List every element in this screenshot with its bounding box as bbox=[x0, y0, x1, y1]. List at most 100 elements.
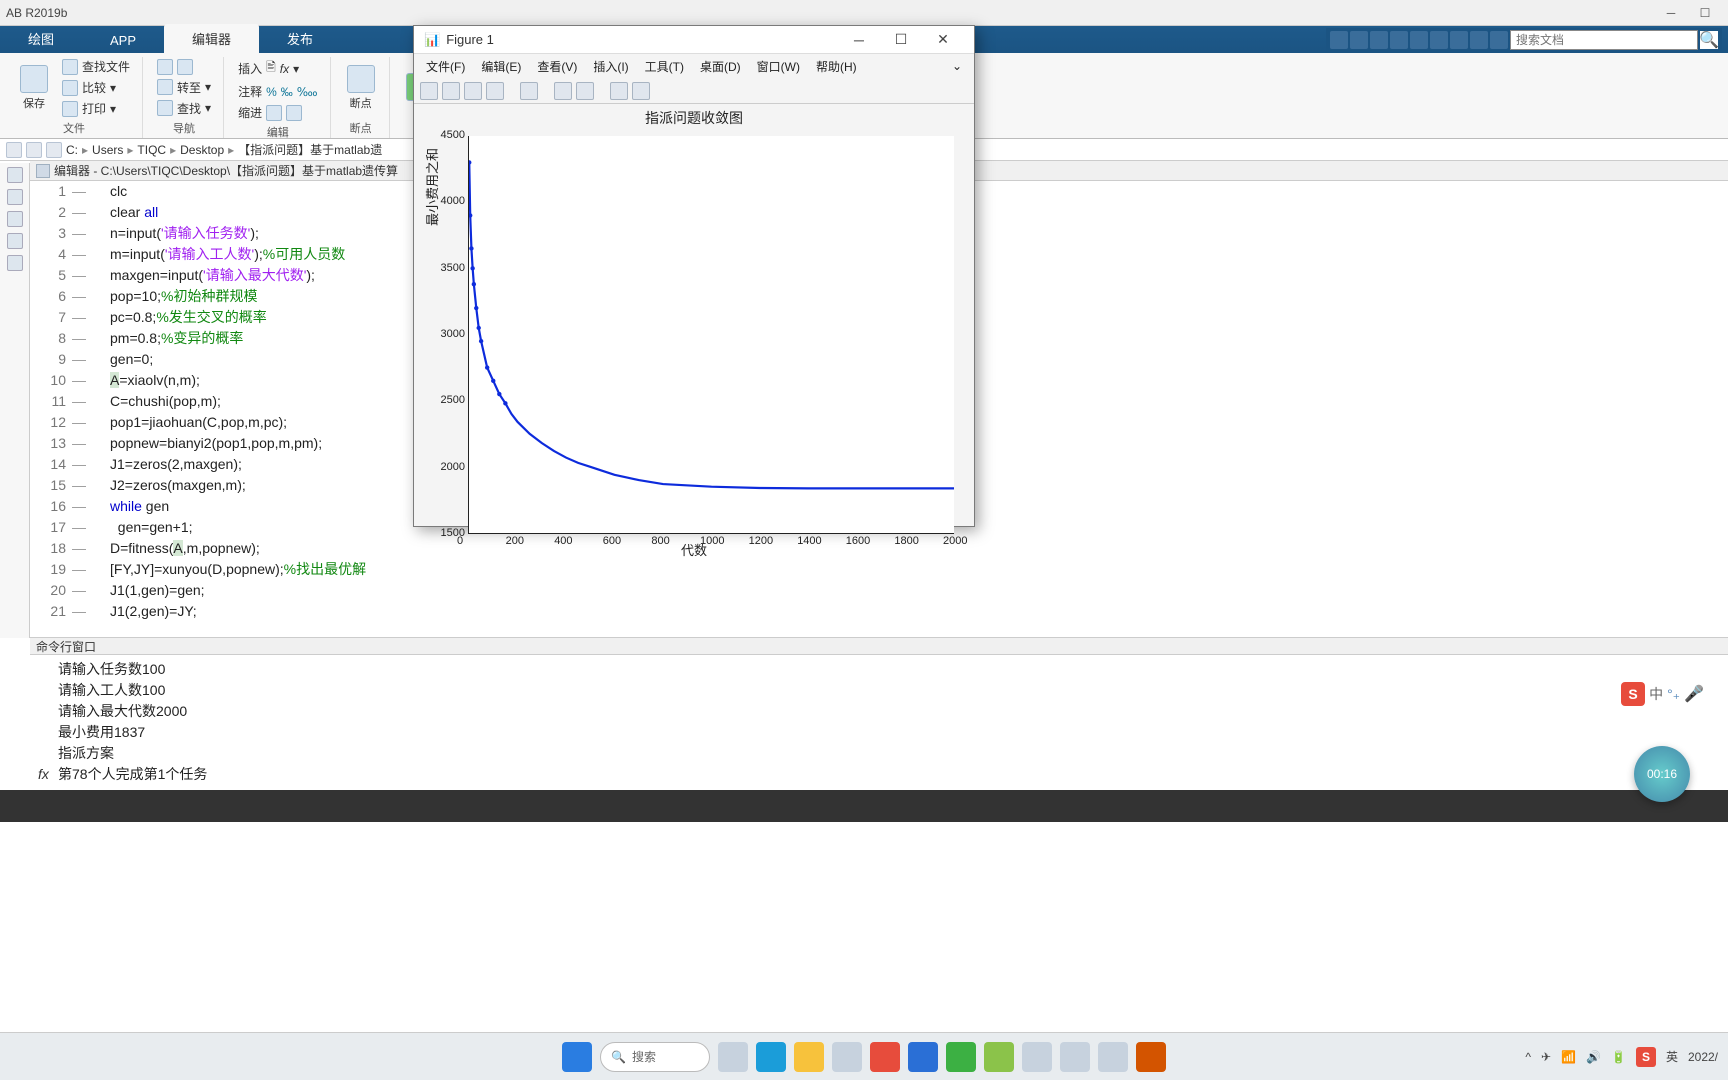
menu-window[interactable]: 窗口(W) bbox=[751, 56, 806, 77]
tray-ime-icon[interactable]: 英 bbox=[1666, 1048, 1678, 1065]
figure-titlebar[interactable]: 📊 Figure 1 ─ ☐ ✕ bbox=[414, 26, 974, 54]
layout2-icon[interactable] bbox=[576, 82, 594, 100]
nav-back-button[interactable] bbox=[153, 58, 215, 76]
tray-battery-icon[interactable]: 🔋 bbox=[1611, 1050, 1626, 1064]
menu-tools[interactable]: 工具(T) bbox=[639, 56, 690, 77]
menu-desktop[interactable]: 桌面(D) bbox=[694, 56, 747, 77]
tab-plot[interactable]: 绘图 bbox=[0, 24, 82, 53]
tray-wifi-icon[interactable]: 📶 bbox=[1561, 1050, 1576, 1064]
matlab-icon[interactable] bbox=[1136, 1042, 1166, 1072]
figure-minimize-button[interactable]: ─ bbox=[838, 27, 880, 53]
help-icon[interactable] bbox=[1470, 31, 1488, 49]
menu-help[interactable]: 帮助(H) bbox=[810, 56, 863, 77]
cmd-line: 最小费用1837 bbox=[58, 722, 1700, 743]
cut-icon[interactable] bbox=[1350, 31, 1368, 49]
addon-icon[interactable] bbox=[1490, 31, 1508, 49]
taskview-icon[interactable] bbox=[718, 1042, 748, 1072]
legend-icon[interactable] bbox=[632, 82, 650, 100]
plot-axes[interactable]: 1500200025003000350040004500020040060080… bbox=[468, 136, 954, 534]
maximize-button[interactable]: ☐ bbox=[1688, 2, 1722, 24]
ime-indicator[interactable]: S 中 °₊ 🎤 bbox=[1621, 682, 1704, 706]
figure-close-button[interactable]: ✕ bbox=[922, 27, 964, 53]
insert-button[interactable]: 插入 🖹 fx ▾ bbox=[234, 57, 322, 80]
open-icon[interactable] bbox=[442, 82, 460, 100]
app-icon[interactable] bbox=[1060, 1042, 1090, 1072]
menu-overflow-icon[interactable]: ⌄ bbox=[946, 57, 968, 75]
tab-app[interactable]: APP bbox=[82, 28, 164, 53]
goto-button[interactable]: 转至 ▾ bbox=[153, 78, 215, 97]
edge-icon[interactable] bbox=[756, 1042, 786, 1072]
tray-volume-icon[interactable]: 🔊 bbox=[1586, 1050, 1601, 1064]
print-icon[interactable] bbox=[486, 82, 504, 100]
sogou-logo-icon: S bbox=[1621, 682, 1645, 706]
pointer-icon[interactable] bbox=[610, 82, 628, 100]
breakpoint-button[interactable]: 断点 bbox=[341, 65, 381, 111]
breadcrumb[interactable]: C:▸ Users▸ TIQC▸ Desktop▸ 【指派问题】基于matlab… bbox=[66, 141, 382, 158]
search-icon[interactable]: 🔍 bbox=[1700, 31, 1718, 49]
mic-icon[interactable]: 🎤 bbox=[1684, 684, 1704, 704]
ime-more-icon[interactable]: °₊ bbox=[1667, 686, 1680, 703]
panel-icon[interactable] bbox=[7, 255, 23, 271]
cmd-line: fx第78个人完成第1个任务 bbox=[58, 764, 1700, 785]
figure-window[interactable]: 📊 Figure 1 ─ ☐ ✕ 文件(F) 编辑(E) 查看(V) 插入(I)… bbox=[413, 25, 975, 527]
menu-view[interactable]: 查看(V) bbox=[531, 56, 583, 77]
app-icon[interactable] bbox=[870, 1042, 900, 1072]
sidebar-collapsed[interactable] bbox=[0, 163, 30, 638]
panel-icon[interactable] bbox=[7, 189, 23, 205]
redo-icon[interactable] bbox=[1430, 31, 1448, 49]
taskbar-search[interactable]: 🔍 搜索 bbox=[600, 1042, 710, 1072]
dock-icon[interactable] bbox=[520, 82, 538, 100]
new-figure-icon[interactable] bbox=[420, 82, 438, 100]
panel-icon[interactable] bbox=[7, 233, 23, 249]
tray-chevron-icon[interactable]: ^ bbox=[1525, 1050, 1531, 1064]
ribbon-group-nav: 转至 ▾ 查找 ▾ 导航 bbox=[145, 57, 224, 138]
save-button[interactable]: 保存 bbox=[14, 65, 54, 111]
sogou-tray-icon[interactable]: S bbox=[1636, 1047, 1656, 1067]
plot-title: 指派问题收敛图 bbox=[414, 104, 974, 128]
expand-icon[interactable] bbox=[7, 167, 23, 183]
minimize-button[interactable]: ─ bbox=[1654, 2, 1688, 24]
layout1-icon[interactable] bbox=[554, 82, 572, 100]
app-icon[interactable] bbox=[908, 1042, 938, 1072]
start-button[interactable] bbox=[562, 1042, 592, 1072]
save-icon[interactable] bbox=[1330, 31, 1348, 49]
paste-icon[interactable] bbox=[1390, 31, 1408, 49]
nav-back-icon[interactable] bbox=[6, 142, 22, 158]
print-icon[interactable] bbox=[1450, 31, 1468, 49]
tab-publish[interactable]: 发布 bbox=[259, 24, 341, 53]
save-icon[interactable] bbox=[464, 82, 482, 100]
folder-icon[interactable] bbox=[46, 142, 62, 158]
indent-icon bbox=[266, 105, 282, 121]
taskbar: 🔍 搜索 ^ ✈ 📶 🔊 🔋 S 英 2022/ bbox=[0, 1032, 1728, 1080]
menu-insert[interactable]: 插入(I) bbox=[587, 56, 634, 77]
find-button[interactable]: 查找 ▾ bbox=[153, 99, 215, 118]
figure-menubar: 文件(F) 编辑(E) 查看(V) 插入(I) 工具(T) 桌面(D) 窗口(W… bbox=[414, 54, 974, 78]
compare-button[interactable]: 比较 ▾ bbox=[58, 78, 134, 97]
app-icon[interactable] bbox=[1022, 1042, 1052, 1072]
copy-icon[interactable] bbox=[1370, 31, 1388, 49]
command-window[interactable]: 请输入任务数100 请输入工人数100 请输入最大代数2000 最小费用1837… bbox=[30, 655, 1728, 789]
clock[interactable]: 2022/ bbox=[1688, 1050, 1718, 1064]
tab-editor[interactable]: 编辑器 bbox=[164, 24, 259, 53]
app-title: AB R2019b bbox=[6, 6, 67, 20]
menu-file[interactable]: 文件(F) bbox=[420, 56, 471, 77]
magnifier-icon bbox=[157, 100, 173, 116]
panel-icon[interactable] bbox=[7, 211, 23, 227]
app-icon[interactable] bbox=[1098, 1042, 1128, 1072]
tray-location-icon[interactable]: ✈ bbox=[1541, 1050, 1551, 1064]
find-files-button[interactable]: 查找文件 bbox=[58, 57, 134, 76]
undo-icon[interactable] bbox=[1410, 31, 1428, 49]
store-icon[interactable] bbox=[832, 1042, 862, 1072]
indent-button[interactable]: 缩进 bbox=[234, 103, 322, 122]
wechat-icon[interactable] bbox=[946, 1042, 976, 1072]
menu-edit[interactable]: 编辑(E) bbox=[475, 56, 527, 77]
comment-button[interactable]: 注释 % ‰ ‱ bbox=[234, 82, 322, 101]
system-tray[interactable]: ^ ✈ 📶 🔊 🔋 S 英 2022/ bbox=[1525, 1047, 1718, 1067]
print-button[interactable]: 打印 ▾ bbox=[58, 99, 134, 118]
nav-fwd-icon[interactable] bbox=[26, 142, 42, 158]
search-docs-input[interactable] bbox=[1510, 30, 1698, 50]
figure-maximize-button[interactable]: ☐ bbox=[880, 27, 922, 53]
recording-timer-badge[interactable]: 00:16 bbox=[1634, 746, 1690, 802]
app-icon[interactable] bbox=[984, 1042, 1014, 1072]
explorer-icon[interactable] bbox=[794, 1042, 824, 1072]
